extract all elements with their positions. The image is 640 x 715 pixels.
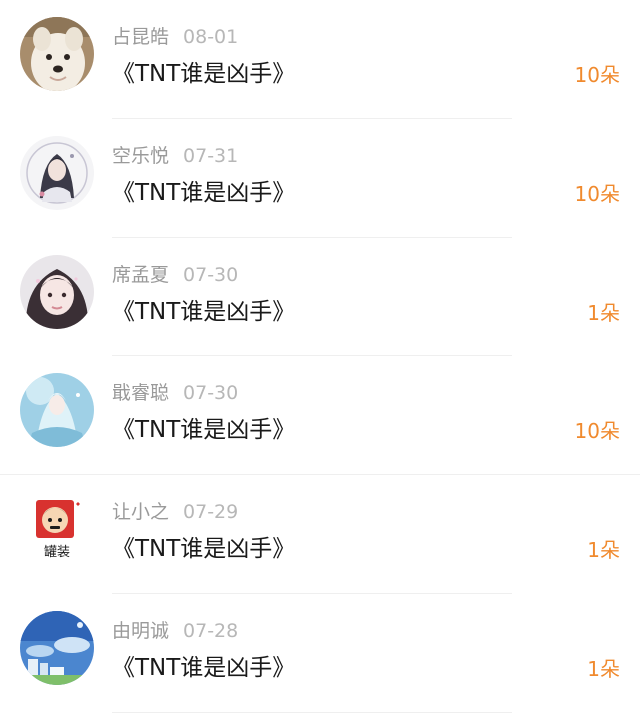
- sender-name[interactable]: 由明诚: [112, 620, 169, 642]
- gift-record-list: 占昆皓 08-01 《TNT谁是凶手》 10朵 空乐悦 07-31 《TNT谁是凶手…: [0, 0, 640, 713]
- sender-name[interactable]: 空乐悦: [112, 145, 169, 167]
- work-title[interactable]: 《TNT谁是凶手》: [112, 178, 295, 208]
- list-item[interactable]: 席孟夏 07-30 《TNT谁是凶手》 1朵: [0, 238, 640, 357]
- fairy-blue-avatar[interactable]: [20, 373, 94, 448]
- gift-date: 07-29: [183, 501, 239, 524]
- gift-amount: 1朵: [587, 656, 620, 681]
- divider: [112, 711, 512, 713]
- work-title[interactable]: 《TNT谁是凶手》: [112, 653, 295, 683]
- anime-character-avatar[interactable]: [20, 135, 94, 210]
- list-item[interactable]: 罐装 让小之 07-29 《TNT谁是凶手》 1朵: [0, 475, 640, 594]
- work-title[interactable]: 《TNT谁是凶手》: [112, 534, 295, 564]
- sender-name[interactable]: 让小之: [112, 501, 169, 523]
- can-logo-text: 罐装: [44, 545, 70, 560]
- list-item[interactable]: 由明诚 07-28 《TNT谁是凶手》 1朵: [0, 594, 640, 713]
- list-item[interactable]: 空乐悦 07-31 《TNT谁是凶手》 10朵: [0, 119, 640, 238]
- list-item[interactable]: 占昆皓 08-01 《TNT谁是凶手》 10朵: [0, 0, 640, 119]
- gift-date: 08-01: [183, 26, 239, 48]
- gift-date: 07-30: [183, 382, 239, 405]
- work-title[interactable]: 《TNT谁是凶手》: [112, 415, 295, 445]
- gift-amount: 10朵: [574, 63, 620, 87]
- sender-name[interactable]: 占昆皓: [112, 26, 169, 48]
- gift-date: 07-31: [183, 144, 239, 167]
- sender-name[interactable]: 戢睿聪: [112, 382, 169, 404]
- gift-amount: 10朵: [574, 419, 620, 444]
- gift-date: 07-30: [183, 263, 239, 286]
- gift-amount: 1朵: [587, 538, 620, 563]
- gift-date: 07-28: [183, 619, 239, 642]
- work-title[interactable]: 《TNT谁是凶手》: [112, 59, 295, 89]
- sender-name[interactable]: 席孟夏: [112, 264, 169, 286]
- cartoon-can-avatar[interactable]: 罐装: [20, 492, 94, 567]
- gift-amount: 10朵: [574, 181, 620, 206]
- gift-amount: 1朵: [587, 300, 620, 325]
- work-title[interactable]: 《TNT谁是凶手》: [112, 297, 295, 327]
- list-item[interactable]: 戢睿聪 07-30 《TNT谁是凶手》 10朵: [0, 356, 640, 476]
- white-dog-avatar[interactable]: [20, 17, 94, 91]
- sky-city-avatar[interactable]: [20, 610, 94, 685]
- girl-photo-avatar[interactable]: [20, 254, 94, 329]
